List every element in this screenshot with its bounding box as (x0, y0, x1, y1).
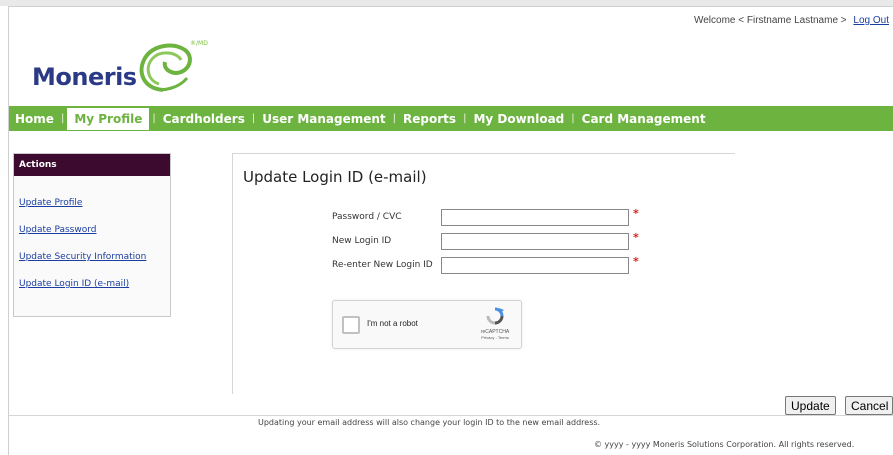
password-cvc-label: Password / CVC (332, 212, 402, 222)
logout-link[interactable]: Log Out (853, 15, 889, 26)
moneris-logo: Moneris ®/MD (18, 40, 228, 100)
update-login-panel: Update Login ID (e-mail) Password / CVC … (232, 153, 735, 394)
reenter-login-id-input[interactable] (441, 257, 629, 274)
nav-user-management[interactable]: User Management (256, 110, 391, 128)
reenter-login-id-label: Re-enter New Login ID (332, 260, 433, 270)
recaptcha-privacy-terms[interactable]: Privacy - Terms (473, 335, 517, 340)
recaptcha-checkbox[interactable] (342, 316, 360, 334)
sidebar-link-update-password[interactable]: Update Password (19, 225, 170, 235)
welcome-text: Welcome < Firstname Lastname > (693, 15, 847, 26)
cancel-button[interactable]: Cancel (845, 396, 893, 415)
nav-reports[interactable]: Reports (397, 110, 462, 128)
logo-swirl-icon (139, 43, 192, 92)
logo-registered-mark: ®/MD (190, 40, 208, 47)
sidebar-link-update-profile[interactable]: Update Profile (19, 198, 170, 208)
nav-home[interactable]: Home (9, 110, 60, 128)
nav-card-management[interactable]: Card Management (576, 110, 712, 128)
nav-my-profile[interactable]: My Profile (67, 107, 150, 130)
required-marker: * (633, 231, 639, 244)
page-title: Update Login ID (e-mail) (243, 168, 427, 186)
new-login-id-label: New Login ID (332, 236, 392, 246)
sidebar-link-update-login-id[interactable]: Update Login ID (e-mail) (19, 279, 170, 289)
window-left-border (0, 6, 9, 455)
required-marker: * (633, 207, 639, 220)
login-change-note: Updating your email address will also ch… (258, 418, 601, 427)
nav-my-download[interactable]: My Download (467, 110, 570, 128)
welcome-bar: Welcome < Firstname Lastname > Log Out (694, 15, 889, 26)
actions-sidebar: Actions Update Profile Update Password U… (13, 153, 171, 317)
required-marker: * (633, 255, 639, 268)
sidebar-link-update-security[interactable]: Update Security Information (19, 252, 170, 262)
recaptcha-icon (486, 307, 504, 325)
nav-cardholders[interactable]: Cardholders (157, 110, 251, 128)
recaptcha-logo: reCAPTCHA Privacy - Terms (473, 307, 517, 340)
update-button[interactable]: Update (785, 396, 836, 415)
sidebar-title: Actions (14, 154, 170, 176)
recaptcha-widget: I'm not a robot reCAPTCHA Privacy - Term… (332, 300, 522, 349)
nav-separator: | (60, 113, 65, 124)
footer-divider (9, 415, 893, 416)
main-nav: Home | My Profile | Cardholders | User M… (9, 106, 893, 131)
copyright-footer: © yyyy - yyyy Moneris Solutions Corporat… (594, 440, 855, 449)
password-cvc-input[interactable] (441, 209, 629, 226)
recaptcha-label: I'm not a robot (367, 319, 418, 328)
logo-wordmark: Moneris (32, 63, 137, 91)
window-top-border (0, 0, 893, 7)
new-login-id-input[interactable] (441, 233, 629, 250)
